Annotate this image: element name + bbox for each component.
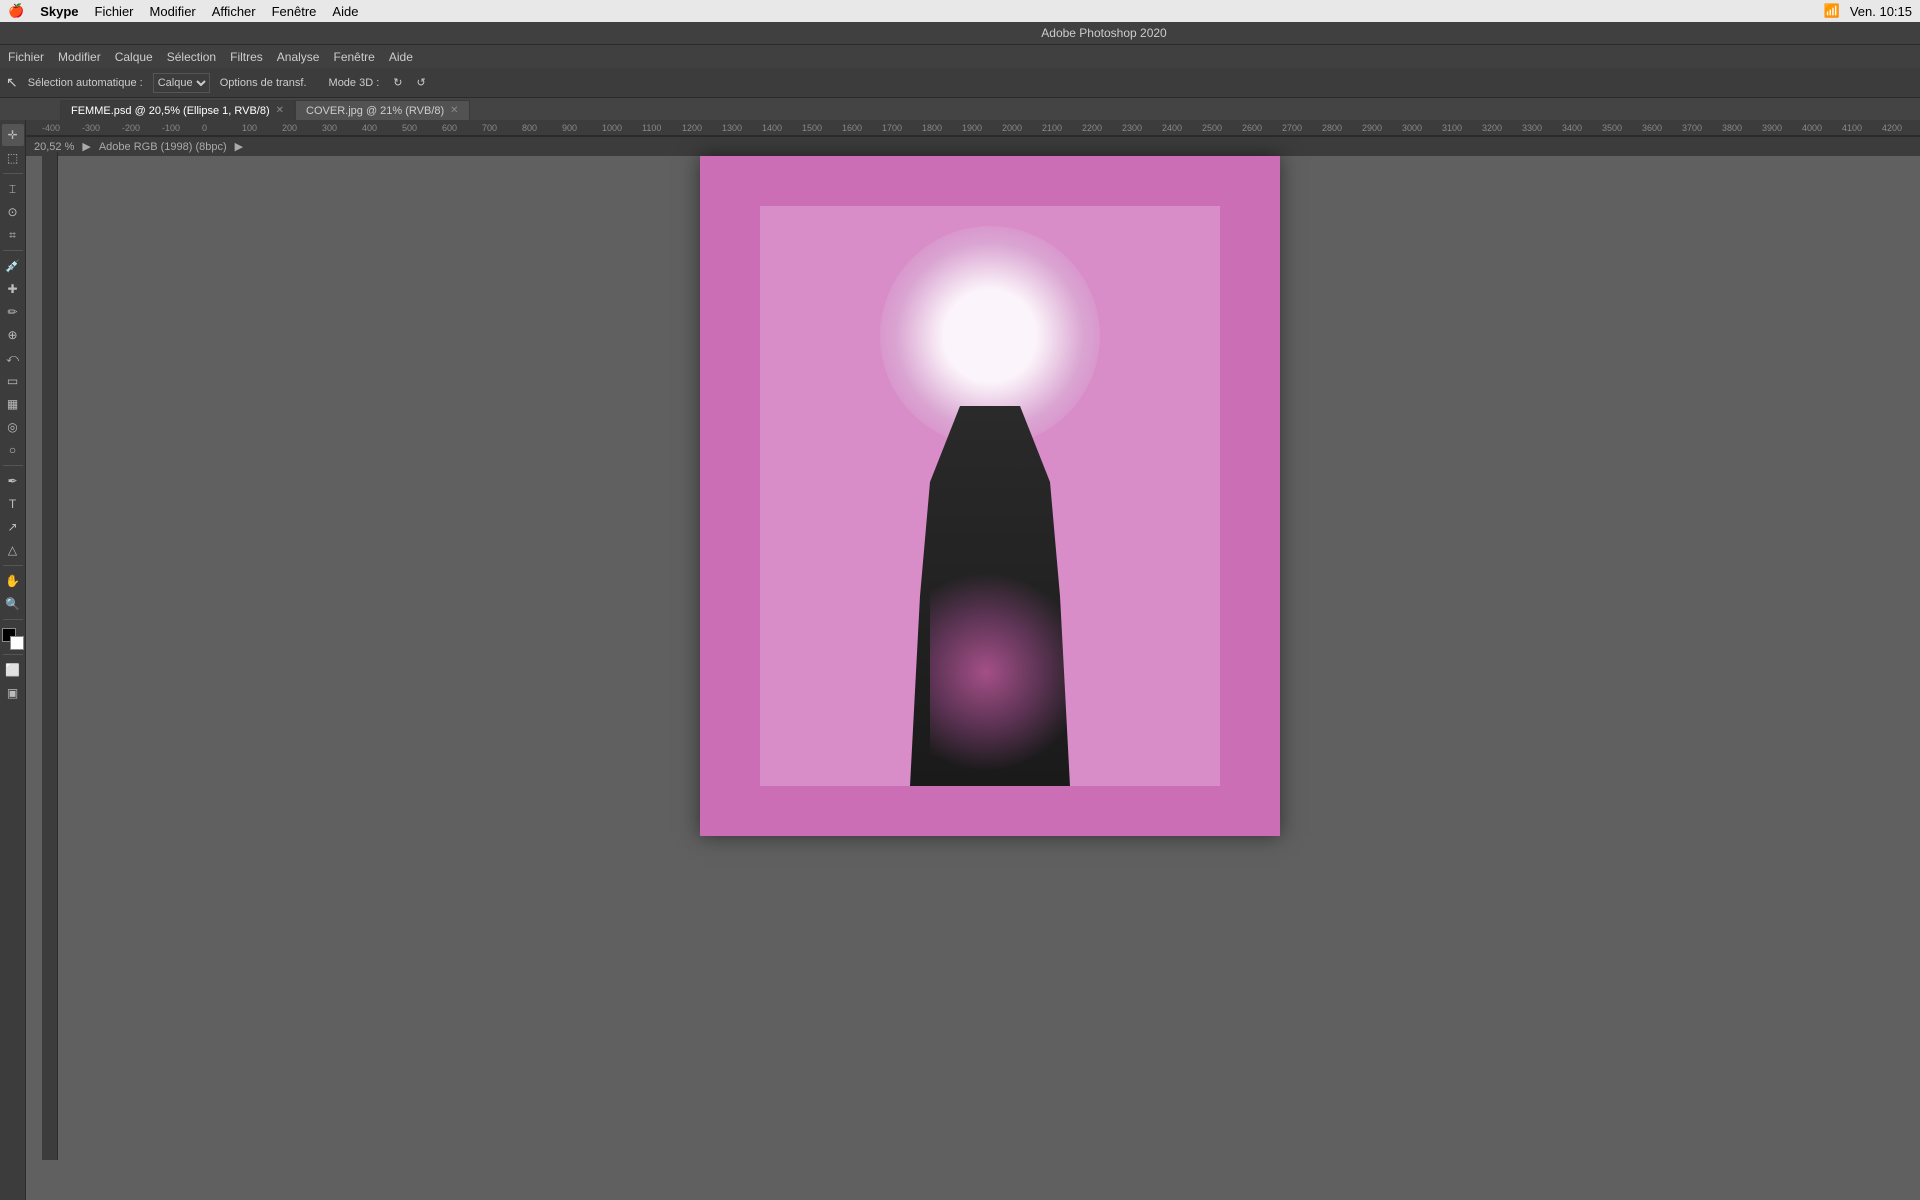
ruler-n6: 100 [242,123,282,133]
apple-icon[interactable]: 🍎 [8,3,24,19]
clone-tool[interactable]: ⊕ [2,324,24,346]
rotate-icon[interactable]: ↻ [389,74,406,91]
ps-menubar: Fichier Modifier Calque Sélection Filtre… [0,44,1920,68]
ruler-top: -400 -300 -200 -100 0 100 200 300 400 50… [26,120,1920,136]
ps-title: Adobe Photoshop 2020 [1041,26,1166,40]
wifi-icon: 📶 [1824,3,1840,19]
lasso-tool[interactable]: ⌶ [2,178,24,200]
history-tool[interactable]: ⤺ [2,347,24,369]
ruler-n7: 200 [282,123,322,133]
mode-3d-label: Mode 3D : [325,75,384,91]
tab-cover-close[interactable]: ✕ [450,105,458,116]
pen-tool[interactable]: ✒ [2,470,24,492]
ruler-n5: 0 [202,123,242,133]
ps-canvas-area: -400 -300 -200 -100 0 100 200 300 400 50… [26,120,1920,1200]
ps-main: ✛ ⬚ ⌶ ⊙ ⌗ 💉 ✚ ✏ ⊕ ⤺ ▭ ▦ ◎ ○ ✒ T ↗ △ ✋ 🔍 [0,120,1920,1200]
quick-select-tool[interactable]: ⊙ [2,201,24,223]
ruler-numbers: -400 -300 -200 -100 0 100 200 300 400 50… [26,123,1920,133]
ps-optbar: ↖ Sélection automatique : Calque Options… [0,68,1920,98]
hand-tool[interactable]: ✋ [2,570,24,592]
tab-cover[interactable]: COVER.jpg @ 21% (RVB/8) ✕ [295,100,470,120]
ruler-n2: -300 [82,123,122,133]
ruler-n1: -400 [42,123,82,133]
mac-menu-items: Fichier Modifier Afficher Fenêtre Aide [95,4,359,19]
text-tool[interactable]: T [2,493,24,515]
ps-menu-fenetre[interactable]: Fenêtre [333,50,374,64]
reset-icon[interactable]: ↺ [413,74,430,91]
tool-sep2 [3,250,23,251]
crop-tool[interactable]: ⌗ [2,224,24,246]
skype-app-label[interactable]: Skype [40,4,78,19]
ps-menu-calque[interactable]: Calque [115,50,153,64]
tool-sep1 [3,173,23,174]
dodge-tool[interactable]: ○ [2,439,24,461]
menu-aide[interactable]: Aide [332,4,358,19]
ps-menu-selection[interactable]: Sélection [167,50,216,64]
tool-sep4 [3,565,23,566]
time-display: Ven. 10:15 [1850,4,1912,19]
menu-fichier[interactable]: Fichier [95,4,134,19]
eraser-tool[interactable]: ▭ [2,370,24,392]
shape-tool[interactable]: △ [2,539,24,561]
select-tool[interactable]: ⬚ [2,147,24,169]
ruler-left [42,152,58,1160]
calque-select[interactable]: Calque [153,73,210,93]
path-select-tool[interactable]: ↗ [2,516,24,538]
menu-modifier[interactable]: Modifier [150,4,196,19]
tool-sep6 [3,654,23,655]
ruler-n9: 400 [362,123,402,133]
tool-colors[interactable] [2,628,24,650]
left-toolbar: ✛ ⬚ ⌶ ⊙ ⌗ 💉 ✚ ✏ ⊕ ⤺ ▭ ▦ ◎ ○ ✒ T ↗ △ ✋ 🔍 [0,120,26,1200]
ps-menu-modifier[interactable]: Modifier [58,50,101,64]
ps-menu-analyse[interactable]: Analyse [277,50,320,64]
screen-mode-btn[interactable]: ▣ [2,682,24,704]
ps-titlebar: Adobe Photoshop 2020 [0,22,1920,44]
tool-sep3 [3,465,23,466]
selection-auto-label: Sélection automatique : [24,75,147,91]
tab-cover-label: COVER.jpg @ 21% (RVB/8) [306,105,444,117]
heal-tool[interactable]: ✚ [2,278,24,300]
ruler-n8: 300 [322,123,362,133]
ps-document[interactable] [700,156,1280,836]
ps-document-inner [760,206,1220,786]
zoom-tool[interactable]: 🔍 [2,593,24,615]
tab-femme-label: FEMME.psd @ 20,5% (Ellipse 1, RVB/8) [71,105,270,117]
selection-auto-icon: ↖ [6,74,18,91]
background-color[interactable] [10,636,24,650]
options-transf-label: Options de transf. [216,75,311,91]
ps-menu-filtres[interactable]: Filtres [230,50,263,64]
tool-sep5 [3,619,23,620]
menu-afficher[interactable]: Afficher [212,4,256,19]
mac-menubar: 🍎 Skype Fichier Modifier Afficher Fenêtr… [0,0,1920,22]
silhouette-flowers [930,558,1070,786]
silhouette-body [890,406,1090,786]
blur-tool[interactable]: ◎ [2,416,24,438]
move-tool[interactable]: ✛ [2,124,24,146]
ps-canvas-content[interactable] [42,136,1920,1180]
ps-menu-aide[interactable]: Aide [389,50,413,64]
tab-femme-close[interactable]: ✕ [276,105,284,116]
eyedropper-tool[interactable]: 💉 [2,255,24,277]
canvas-workspace[interactable] [42,136,1920,1180]
ps-menu-fichier[interactable]: Fichier [8,50,44,64]
gradient-tool[interactable]: ▦ [2,393,24,415]
figure-silhouette [890,406,1090,786]
quick-mask-btn[interactable]: ⬜ [2,659,24,681]
ruler-n3: -200 [122,123,162,133]
menu-fenetre[interactable]: Fenêtre [272,4,317,19]
ruler-n4: -100 [162,123,202,133]
brush-tool[interactable]: ✏ [2,301,24,323]
tab-femme[interactable]: FEMME.psd @ 20,5% (Ellipse 1, RVB/8) ✕ [60,100,295,120]
ps-tabs: FEMME.psd @ 20,5% (Ellipse 1, RVB/8) ✕ C… [0,98,1920,120]
